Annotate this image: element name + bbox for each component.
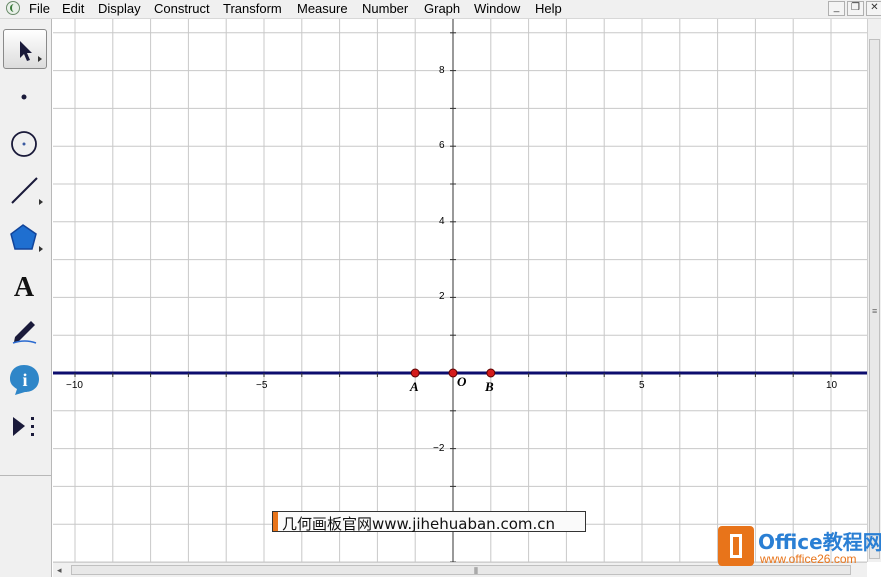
vertical-scrollbar[interactable]: ≡	[867, 19, 881, 562]
toolbox: A i	[0, 19, 52, 577]
y-tick-label: 8	[439, 65, 445, 76]
scroll-grip-icon: ≡	[872, 306, 878, 316]
polygon-icon	[10, 224, 37, 250]
toolbox-divider	[0, 475, 52, 476]
coordinate-grid	[53, 19, 867, 562]
arrow-tool[interactable]	[3, 29, 47, 69]
tool-options-arrow-icon	[39, 246, 43, 252]
marker-tool[interactable]	[3, 312, 47, 352]
play-more-icon	[13, 417, 34, 436]
menu-number[interactable]: Number	[362, 1, 408, 16]
app-icon[interactable]	[6, 1, 20, 15]
polygon-tool[interactable]	[3, 218, 47, 258]
menu-measure[interactable]: Measure	[297, 1, 348, 16]
restore-button[interactable]: ❐	[847, 1, 864, 16]
vertical-scrollbar-thumb[interactable]: ≡	[869, 39, 880, 559]
office-logo-url: www.office26.com	[760, 552, 857, 566]
point-label-o[interactable]: O	[457, 374, 466, 390]
x-tick-label: 10	[826, 380, 838, 391]
close-button[interactable]: ✕	[866, 1, 881, 16]
sketch-canvas[interactable]: −10 −5 5 10 8 6 4 2 −2 A O B	[53, 19, 867, 562]
information-tool[interactable]: i	[3, 359, 47, 399]
y-tick-label: −2	[433, 443, 445, 454]
y-tick-label: 6	[439, 140, 445, 151]
text-tool[interactable]: A	[3, 266, 47, 306]
minimize-button[interactable]: _	[828, 1, 845, 16]
caption-text: 几何画板官网www.jihehuaban.com.cn	[282, 515, 556, 533]
menu-construct[interactable]: Construct	[154, 1, 210, 16]
circle-icon	[11, 131, 37, 157]
point-icon	[21, 94, 27, 100]
menu-graph[interactable]: Graph	[424, 1, 460, 16]
point-tool[interactable]	[3, 77, 47, 117]
x-tick-label: −5	[256, 380, 268, 391]
tool-options-arrow-icon	[38, 56, 42, 62]
scroll-left-arrow-icon[interactable]: ◂	[57, 565, 62, 576]
office-logo-icon	[718, 526, 754, 566]
compass-tool[interactable]	[3, 124, 47, 164]
svg-text:A: A	[14, 272, 35, 303]
x-tick-label: −10	[66, 380, 83, 391]
point-o[interactable]	[448, 368, 458, 378]
point-a[interactable]	[410, 368, 420, 378]
menu-file[interactable]: File	[29, 1, 50, 16]
info-icon: i	[10, 365, 39, 395]
point-label-a[interactable]: A	[410, 379, 419, 395]
office-logo-title: Office教程网	[758, 530, 881, 554]
scroll-grip-icon: ⦀	[474, 566, 478, 576]
y-tick-label: 4	[439, 216, 445, 227]
y-tick-label: 2	[439, 291, 445, 302]
pen-icon	[12, 321, 37, 344]
menu-edit[interactable]: Edit	[62, 1, 84, 16]
menu-display[interactable]: Display	[98, 1, 141, 16]
text-A-icon: A	[14, 272, 35, 303]
menu-window[interactable]: Window	[474, 1, 520, 16]
menu-transform[interactable]: Transform	[223, 1, 282, 16]
straightedge-tool[interactable]	[3, 171, 47, 211]
website-caption: 几何画板官网www.jihehuaban.com.cn	[272, 511, 586, 533]
x-tick-label: 5	[639, 380, 645, 391]
segment-icon	[11, 177, 38, 204]
caption-accent-bar	[273, 512, 278, 531]
office-logo: Office教程网 www.office26.com	[716, 524, 881, 572]
menu-bar: File Edit Display Construct Transform Me…	[0, 0, 881, 19]
menu-help[interactable]: Help	[535, 1, 562, 16]
point-label-b[interactable]: B	[485, 379, 494, 395]
tool-options-arrow-icon	[39, 199, 43, 205]
pointer-arrow-icon	[20, 41, 32, 61]
custom-tool[interactable]	[3, 406, 47, 446]
svg-text:i: i	[22, 370, 27, 390]
point-b[interactable]	[486, 368, 496, 378]
